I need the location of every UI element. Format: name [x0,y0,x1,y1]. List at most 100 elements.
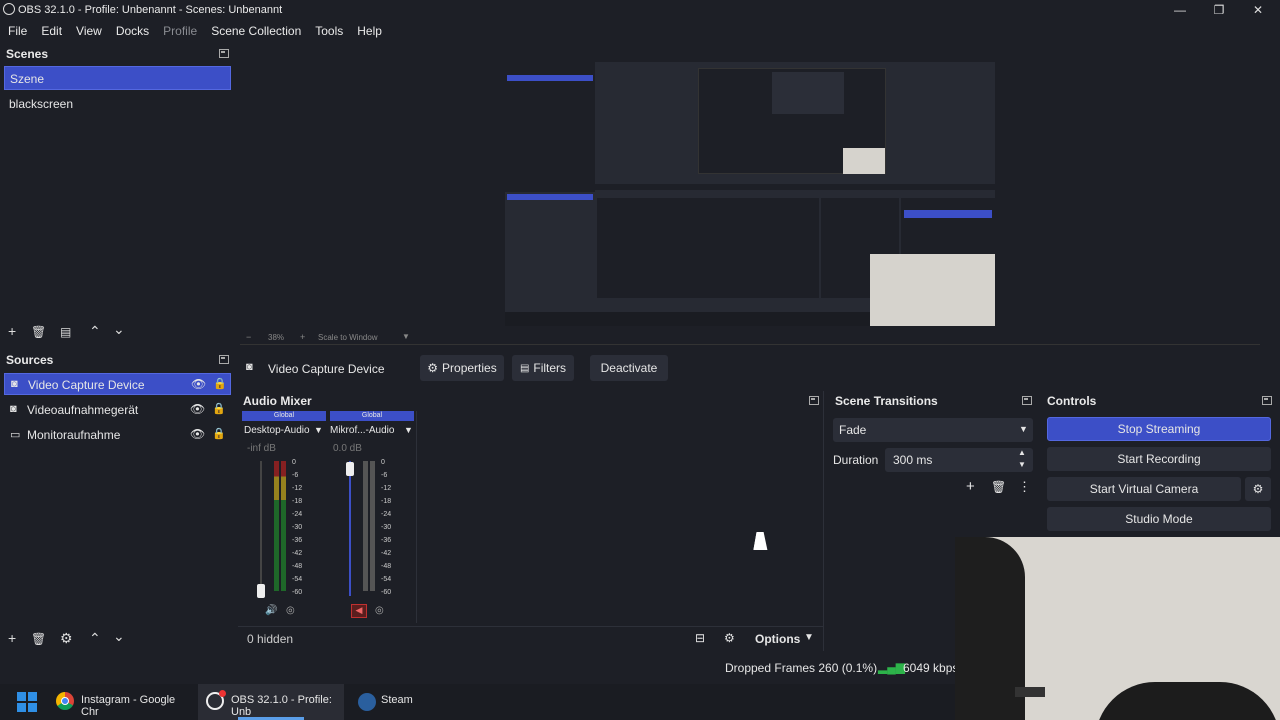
db-scale: 0 -6 -12 -18 -24 -30 -36 -42 -48 -54 -60 [292,459,312,599]
chevron-down-icon[interactable]: ▼ [314,425,323,435]
bitrate: 6049 kbps [903,661,959,675]
add-source-icon[interactable]: + [8,631,16,645]
source-toolbar: ◙ Video Capture Device ⚙ Properties ▤ Filt… [240,355,1280,381]
move-up-icon[interactable]: ⌃ [89,631,101,645]
scale-tick: -36 [381,537,392,544]
chevron-down-icon[interactable]: ▼ [404,425,413,435]
menu-scene-collection[interactable]: Scene Collection [211,24,301,38]
monitor-icon[interactable]: ◎ [286,605,295,616]
volume-slider-track[interactable] [349,461,351,596]
scale-tick: -54 [381,576,392,583]
speaker-icon[interactable]: 🔊 [265,605,277,616]
scale-tick: -18 [381,498,392,505]
lock-icon[interactable]: 🔒 [212,402,226,415]
scene-item-szene[interactable]: Szene [4,66,231,90]
undock-icon[interactable] [1262,396,1272,405]
menu-edit[interactable]: Edit [41,24,62,38]
gear-icon[interactable]: ⚙ [60,631,73,645]
close-button[interactable]: ✕ [1250,2,1266,18]
deactivate-button[interactable]: Deactivate [590,355,668,381]
volume-slider-track[interactable] [260,461,262,596]
window-title: OBS 32.1.0 - Profile: Unbenannt - Scenes… [18,4,283,16]
scale-tick: -60 [381,589,392,596]
volume-slider-handle[interactable] [257,584,265,598]
duration-spinbox[interactable]: 300 ms ▲ ▼ [885,448,1033,472]
move-down-icon[interactable]: ⌄ [113,322,125,336]
scene-transitions-dock: Scene Transitions Fade ▼ Duration 300 ms… [829,391,1037,533]
gear-icon[interactable]: ⚙ [724,631,735,645]
remove-scene-icon[interactable]: 🗑 [31,325,46,339]
transition-select[interactable]: Fade ▼ [833,418,1033,442]
source-item-video-capture[interactable]: ◙ Video Capture Device 👁 🔒 [4,373,231,395]
menu-profile[interactable]: Profile [163,24,197,38]
add-transition-icon[interactable]: + [966,478,975,495]
menu-help[interactable]: Help [357,24,382,38]
muted-speaker-icon[interactable]: ◀ [351,604,367,618]
add-scene-icon[interactable]: + [8,324,16,338]
gear-icon: ⚙ [1252,482,1264,496]
more-options-icon[interactable]: ⋮ [1018,479,1031,495]
maximize-button[interactable]: ❐ [1211,2,1227,18]
chevron-down-icon[interactable]: ▼ [402,332,410,341]
hidden-count: 0 hidden [247,632,294,646]
monitor-icon[interactable]: ◎ [375,605,384,616]
scene-item-blackscreen[interactable]: blackscreen [4,94,231,114]
scale-tick: -36 [292,537,303,544]
level-meter [274,461,279,591]
layout-icon[interactable]: ⊟ [695,631,705,645]
move-down-icon[interactable]: ⌄ [113,629,125,643]
source-item-videoaufnahmegeraet[interactable]: ◙ Videoaufnahmegerät 👁 🔒 [4,399,231,421]
undock-icon[interactable] [1022,396,1032,405]
scene-filters-icon[interactable]: ▤ [60,325,71,339]
zoom-out-icon[interactable]: − [246,332,251,342]
virtual-camera-settings-button[interactable]: ⚙ [1245,477,1271,501]
move-up-icon[interactable]: ⌃ [89,324,101,338]
properties-button[interactable]: ⚙ Properties [420,355,504,381]
stop-streaming-button[interactable]: Stop Streaming [1047,417,1271,441]
menu-view[interactable]: View [76,24,102,38]
start-recording-button[interactable]: Start Recording [1047,447,1271,471]
visibility-eye-icon[interactable]: 👁 [190,402,205,416]
scene-item-label: blackscreen [9,97,74,111]
zoom-in-icon[interactable]: + [300,332,305,342]
scale-mode-select[interactable]: Scale to Window [318,333,378,342]
undock-icon[interactable] [219,355,229,364]
visibility-eye-icon[interactable]: 👁 [190,427,205,441]
chevron-down-icon[interactable]: ▼ [804,632,814,643]
start-virtual-camera-button[interactable]: Start Virtual Camera [1047,477,1241,501]
undock-icon[interactable] [219,49,229,58]
scale-tick: -12 [292,485,303,492]
source-item-monitoraufnahme[interactable]: ▭ Monitoraufnahme 👁 🔒 [4,424,231,446]
undock-icon[interactable] [809,396,819,405]
minimize-button[interactable]: — [1172,2,1188,18]
options-button[interactable]: Options [755,632,800,646]
start-virtual-camera-label: Start Virtual Camera [1089,482,1199,496]
menu-tools[interactable]: Tools [315,24,343,38]
preview-canvas[interactable] [505,48,995,326]
sources-title: Sources [6,353,54,367]
studio-mode-label: Studio Mode [1125,512,1193,526]
windows-start-icon[interactable] [17,692,37,712]
menu-file[interactable]: File [8,24,27,38]
chevron-up-icon[interactable]: ▲ [1018,448,1026,457]
studio-mode-button[interactable]: Studio Mode [1047,507,1271,531]
volume-slider-handle[interactable] [346,462,354,476]
taskbar-item-chrome[interactable]: Instagram - Google Chr [52,684,192,720]
duration-value: 300 ms [893,453,933,467]
channel-name[interactable]: Mikrof...-Audio [330,425,394,436]
remove-transition-icon[interactable]: 🗑 [991,480,1006,494]
visibility-eye-icon[interactable]: 👁 [191,377,206,391]
zoom-level: 38% [268,333,285,342]
scale-tick: -24 [292,511,303,518]
scale-tick: -42 [292,550,303,557]
chevron-down-icon[interactable]: ▼ [1018,460,1026,469]
taskbar-item-obs[interactable]: OBS 32.1.0 - Profile: Unb [198,684,344,720]
channel-name[interactable]: Desktop-Audio [244,425,310,436]
menu-docks[interactable]: Docks [116,24,149,38]
taskbar-item-steam[interactable]: Steam [352,684,432,720]
remove-source-icon[interactable]: 🗑 [31,632,46,646]
filters-button[interactable]: ▤ Filters [512,355,574,381]
scale-tick: -60 [292,589,303,596]
lock-icon[interactable]: 🔒 [213,377,227,390]
lock-icon[interactable]: 🔒 [212,427,226,440]
